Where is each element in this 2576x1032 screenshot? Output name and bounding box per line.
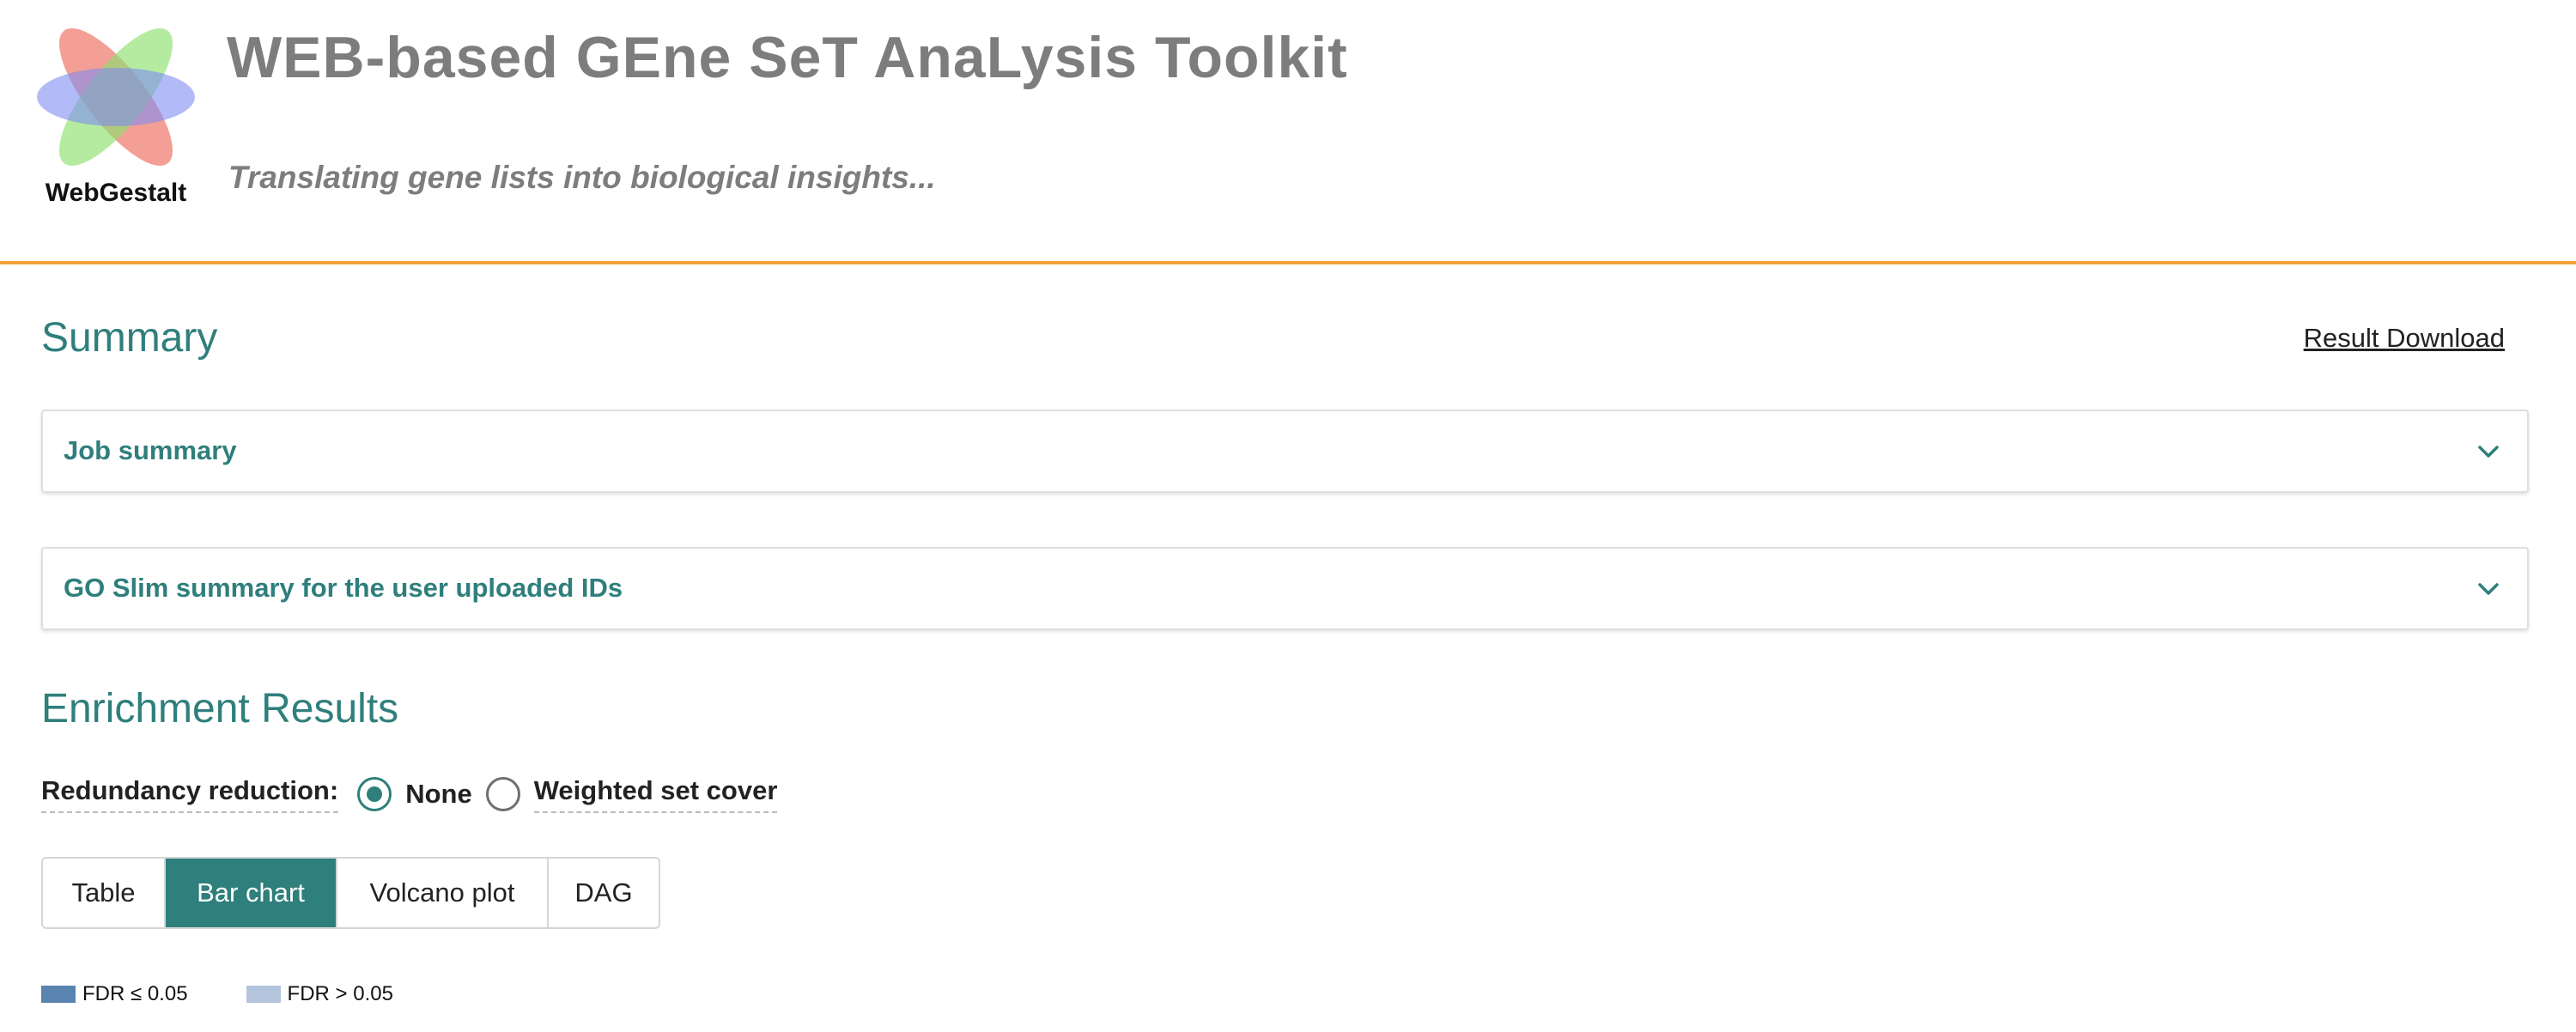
chevron-down-icon xyxy=(2478,446,2499,458)
enrichment-results-heading: Enrichment Results xyxy=(41,686,399,732)
app-header: WebGestalt WEB-based GEne SeT AnaLysis T… xyxy=(0,0,2576,264)
radio-none-label[interactable]: None xyxy=(405,779,472,810)
tab-dag[interactable]: DAG xyxy=(549,859,659,927)
summary-heading: Summary xyxy=(41,315,218,361)
redundancy-label: Redundancy reduction: xyxy=(41,775,339,813)
legend-swatch xyxy=(246,986,281,1003)
legend-label: FDR ≤ 0.05 xyxy=(82,982,188,1005)
legend-item-not-significant: FDR > 0.05 xyxy=(246,982,393,1006)
job-summary-accordion[interactable]: Job summary xyxy=(41,410,2529,493)
chart-legend: FDR ≤ 0.05 FDR > 0.05 xyxy=(41,982,452,1006)
tab-volcano-plot[interactable]: Volcano plot xyxy=(337,859,549,927)
accordion-label: GO Slim summary for the user uploaded ID… xyxy=(64,573,623,603)
radio-none[interactable] xyxy=(357,777,392,811)
legend-item-significant: FDR ≤ 0.05 xyxy=(41,982,188,1006)
logo-ellipses-icon xyxy=(37,27,195,167)
webgestalt-logo[interactable]: WebGestalt xyxy=(34,15,197,207)
legend-swatch xyxy=(41,986,76,1003)
tab-table[interactable]: Table xyxy=(43,859,166,927)
legend-label: FDR > 0.05 xyxy=(287,982,393,1005)
app-title: WEB-based GEne SeT AnaLysis Toolkit xyxy=(227,25,1348,90)
redundancy-reduction-control: Redundancy reduction: None Weighted set … xyxy=(41,773,791,816)
radio-weighted-set-cover[interactable] xyxy=(485,777,520,811)
go-slim-summary-accordion[interactable]: GO Slim summary for the user uploaded ID… xyxy=(41,547,2529,630)
app-subtitle: Translating gene lists into biological i… xyxy=(228,160,936,195)
tab-bar-chart[interactable]: Bar chart xyxy=(166,859,337,927)
chevron-down-icon xyxy=(2478,583,2499,595)
result-download-link[interactable]: Result Download xyxy=(2304,323,2505,354)
logo-text: WebGestalt xyxy=(45,179,187,207)
result-view-tabs: Table Bar chart Volcano plot DAG xyxy=(41,857,660,929)
accordion-label: Job summary xyxy=(64,435,237,465)
radio-weighted-set-cover-label[interactable]: Weighted set cover xyxy=(533,775,778,813)
